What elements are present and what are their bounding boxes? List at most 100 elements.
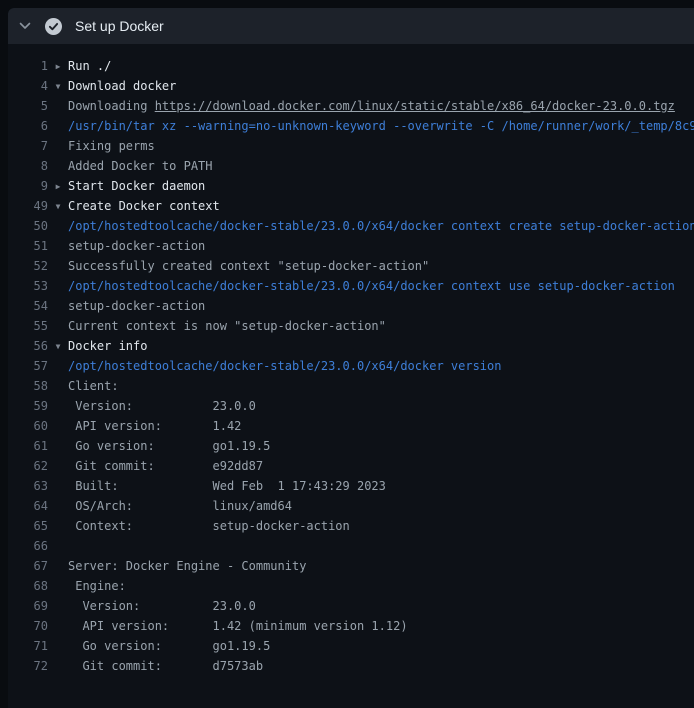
- log-text: Version: 23.0.0: [68, 596, 256, 616]
- line-number[interactable]: 54: [8, 296, 48, 316]
- log-command-text: /opt/hostedtoolcache/docker-stable/23.0.…: [68, 276, 675, 296]
- log-group-row[interactable]: 49 ▼ Create Docker context: [8, 196, 694, 216]
- group-title: Download docker: [68, 76, 176, 96]
- log-row: 58 Client:: [8, 376, 694, 396]
- line-number[interactable]: 8: [8, 156, 48, 176]
- line-number[interactable]: 64: [8, 496, 48, 516]
- line-number[interactable]: 61: [8, 436, 48, 456]
- log-text: Go version: go1.19.5: [68, 436, 270, 456]
- log-text: Client:: [68, 376, 119, 396]
- line-number[interactable]: 59: [8, 396, 48, 416]
- line-number[interactable]: 63: [8, 476, 48, 496]
- log-group-row[interactable]: 9 ▶ Start Docker daemon: [8, 176, 694, 196]
- line-number[interactable]: 69: [8, 596, 48, 616]
- log-text: setup-docker-action: [68, 236, 205, 256]
- log-row: 51 setup-docker-action: [8, 236, 694, 256]
- step-log-container: Set up Docker 1▶Run ./4▼Download docker5…: [8, 8, 694, 708]
- log-text: Built: Wed Feb 1 17:43:29 2023: [68, 476, 386, 496]
- log-text: Downloading: [68, 99, 155, 113]
- log-command-text: /opt/hostedtoolcache/docker-stable/23.0.…: [68, 216, 694, 236]
- log-row: 60 API version: 1.42: [8, 416, 694, 436]
- log-text: Current context is now "setup-docker-act…: [68, 316, 386, 336]
- group-collapsed-arrow-icon[interactable]: ▶: [56, 62, 61, 71]
- log-row: 72 Git commit: d7573ab: [8, 656, 694, 676]
- check-circle-icon: [45, 18, 62, 35]
- log-row: 63 Built: Wed Feb 1 17:43:29 2023: [8, 476, 694, 496]
- log-group-row[interactable]: 1 ▶ Run ./: [8, 56, 694, 76]
- log-row: 7 Fixing perms: [8, 136, 694, 156]
- group-expanded-arrow-icon[interactable]: ▼: [56, 342, 61, 351]
- line-number[interactable]: 7: [8, 136, 48, 156]
- line-number[interactable]: 70: [8, 616, 48, 636]
- log-row: 71 Go version: go1.19.5: [8, 636, 694, 656]
- log-row: 50/opt/hostedtoolcache/docker-stable/23.…: [8, 216, 694, 236]
- log-text: Added Docker to PATH: [68, 156, 213, 176]
- line-number[interactable]: 57: [8, 356, 48, 376]
- log-row: 59 Version: 23.0.0: [8, 396, 694, 416]
- step-title: Set up Docker: [75, 18, 164, 34]
- log-row: 67 Server: Docker Engine - Community: [8, 556, 694, 576]
- line-number[interactable]: 4: [8, 76, 48, 96]
- group-title: Start Docker daemon: [68, 176, 205, 196]
- log-link[interactable]: https://download.docker.com/linux/static…: [155, 99, 675, 113]
- log-text: Context: setup-docker-action: [68, 516, 350, 536]
- log-row: 69 Version: 23.0.0: [8, 596, 694, 616]
- line-number[interactable]: 50: [8, 216, 48, 236]
- line-number[interactable]: 6: [8, 116, 48, 136]
- chevron-down-icon[interactable]: [19, 20, 31, 32]
- line-number[interactable]: 65: [8, 516, 48, 536]
- log-text: Go version: go1.19.5: [68, 636, 270, 656]
- group-expanded-arrow-icon[interactable]: ▼: [56, 202, 61, 211]
- log-row: 53/opt/hostedtoolcache/docker-stable/23.…: [8, 276, 694, 296]
- log-row: 66: [8, 536, 694, 556]
- log-row: 52 Successfully created context "setup-do…: [8, 256, 694, 276]
- log-text: API version: 1.42: [68, 416, 241, 436]
- line-number[interactable]: 58: [8, 376, 48, 396]
- line-number[interactable]: 53: [8, 276, 48, 296]
- log-text: Git commit: e92dd87: [68, 456, 263, 476]
- line-number[interactable]: 52: [8, 256, 48, 276]
- log-text: Git commit: d7573ab: [68, 656, 263, 676]
- log-text: OS/Arch: linux/amd64: [68, 496, 292, 516]
- log-body: 1 ▶ Run ./ 4 ▼ Download docker 5 Downloading ht…: [8, 44, 694, 676]
- line-number[interactable]: 1: [8, 56, 48, 76]
- log-row: 5 Downloading https://download.docker.com…: [8, 96, 694, 116]
- group-title: Create Docker context: [68, 196, 220, 216]
- log-command-text: /opt/hostedtoolcache/docker-stable/23.0.…: [68, 356, 501, 376]
- line-number[interactable]: 9: [8, 176, 48, 196]
- log-row: 62 Git commit: e92dd87: [8, 456, 694, 476]
- log-row: 64 OS/Arch: linux/amd64: [8, 496, 694, 516]
- group-collapsed-arrow-icon[interactable]: ▶: [56, 182, 61, 191]
- line-number[interactable]: 49: [8, 196, 48, 216]
- group-expanded-arrow-icon[interactable]: ▼: [56, 82, 61, 91]
- line-number[interactable]: 62: [8, 456, 48, 476]
- line-number[interactable]: 5: [8, 96, 48, 116]
- line-number[interactable]: 66: [8, 536, 48, 556]
- log-text: API version: 1.42 (minimum version 1.12): [68, 616, 408, 636]
- log-row: 65 Context: setup-docker-action: [8, 516, 694, 536]
- line-number[interactable]: 55: [8, 316, 48, 336]
- line-number[interactable]: 68: [8, 576, 48, 596]
- log-command-text: /usr/bin/tar xz --warning=no-unknown-key…: [68, 116, 694, 136]
- log-text: Server: Docker Engine - Community: [68, 556, 306, 576]
- log-row: 8 Added Docker to PATH: [8, 156, 694, 176]
- log-row: 55 Current context is now "setup-docker-a…: [8, 316, 694, 336]
- log-text: Fixing perms: [68, 136, 155, 156]
- line-number[interactable]: 51: [8, 236, 48, 256]
- line-number[interactable]: 71: [8, 636, 48, 656]
- log-text: Version: 23.0.0: [68, 396, 256, 416]
- log-text: Engine:: [68, 576, 126, 596]
- line-number[interactable]: 72: [8, 656, 48, 676]
- log-row: 70 API version: 1.42 (minimum version 1.…: [8, 616, 694, 636]
- log-row: 68 Engine:: [8, 576, 694, 596]
- log-text: Successfully created context "setup-dock…: [68, 256, 429, 276]
- log-text: setup-docker-action: [68, 296, 205, 316]
- log-row: 61 Go version: go1.19.5: [8, 436, 694, 456]
- group-title: Run ./: [68, 56, 111, 76]
- line-number[interactable]: 60: [8, 416, 48, 436]
- line-number[interactable]: 67: [8, 556, 48, 576]
- log-group-row[interactable]: 56▼Docker info: [8, 336, 694, 356]
- line-number[interactable]: 56: [8, 336, 48, 356]
- step-header[interactable]: Set up Docker: [8, 8, 694, 44]
- log-group-row[interactable]: 4 ▼ Download docker: [8, 76, 694, 96]
